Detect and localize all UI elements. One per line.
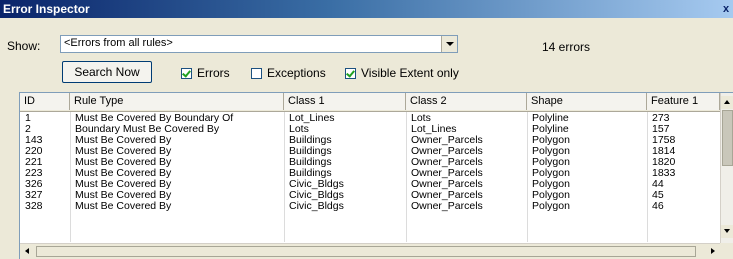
table-row[interactable]: 221 Must Be Covered By Buildings Owner_P… [20,157,720,168]
cell-class-2: Owner_Parcels [411,201,483,212]
chevron-down-icon[interactable] [441,36,457,52]
table-row[interactable]: 223 Must Be Covered By Buildings Owner_P… [20,168,720,179]
scroll-down-icon[interactable] [721,225,733,238]
horizontal-scroll-thumb[interactable] [36,246,696,257]
table-row[interactable]: 143 Must Be Covered By Buildings Owner_P… [20,135,720,146]
cell-shape: Polygon [532,179,570,190]
cell-id: 220 [25,146,43,157]
scroll-right-icon[interactable] [706,246,718,257]
cell-class-1: Buildings [289,135,332,146]
horizontal-scrollbar[interactable] [20,243,720,259]
cell-feature-1: 1814 [652,146,676,157]
errors-table[interactable]: ID Rule Type Class 1 Class 2 Shape Featu… [19,92,733,259]
cell-rule-type: Must Be Covered By [75,168,172,179]
cell-shape: Polygon [532,146,570,157]
cell-id: 326 [25,179,43,190]
cell-id: 328 [25,201,43,212]
cell-class-2: Owner_Parcels [411,146,483,157]
cell-rule-type: Must Be Covered By Boundary Of [75,113,234,124]
cell-class-1: Civic_Bldgs [289,179,344,190]
cell-feature-1: 1833 [652,168,676,179]
exceptions-checkbox[interactable]: Exceptions [251,66,326,80]
cell-class-2: Lots [411,113,431,124]
show-dropdown[interactable]: <Errors from all rules> [60,35,458,53]
resize-grip-icon[interactable] [720,243,733,259]
cell-class-2: Owner_Parcels [411,179,483,190]
cell-class-1: Buildings [289,168,332,179]
errors-checkbox[interactable]: Errors [181,66,230,80]
cell-class-2: Owner_Parcels [411,168,483,179]
cell-class-2: Owner_Parcels [411,135,483,146]
errors-checkbox-label: Errors [197,66,230,80]
error-count: 14 errors [542,40,591,54]
exceptions-checkbox-label: Exceptions [267,66,326,80]
visible-extent-checkbox[interactable]: Visible Extent only [345,66,459,80]
table-row[interactable]: 1 Must Be Covered By Boundary Of Lot_Lin… [20,113,720,124]
column-header-shape[interactable]: Shape [527,93,647,110]
cell-feature-1: 44 [652,179,664,190]
cell-class-1: Lots [289,124,309,135]
cell-class-2: Lot_Lines [411,124,457,135]
cell-class-1: Buildings [289,146,332,157]
cell-class-1: Lot_Lines [289,113,335,124]
show-label: Show: [7,39,41,53]
column-header-class-2[interactable]: Class 2 [406,93,527,110]
table-row[interactable]: 326 Must Be Covered By Civic_Bldgs Owner… [20,179,720,190]
cell-feature-1: 273 [652,113,670,124]
cell-rule-type: Must Be Covered By [75,157,172,168]
show-dropdown-value: <Errors from all rules> [64,37,173,49]
cell-feature-1: 1758 [652,135,676,146]
window-title: Error Inspector [3,2,90,16]
scroll-up-icon[interactable] [721,96,733,109]
cell-shape: Polyline [532,124,569,135]
column-header-id[interactable]: ID [20,93,70,110]
column-header-class-1[interactable]: Class 1 [284,93,406,110]
table-row[interactable]: 328 Must Be Covered By Civic_Bldgs Owner… [20,201,720,212]
cell-shape: Polygon [532,190,570,201]
cell-rule-type: Must Be Covered By [75,146,172,157]
vertical-scrollbar[interactable] [720,93,733,243]
cell-id: 223 [25,168,43,179]
table-row[interactable]: 220 Must Be Covered By Buildings Owner_P… [20,146,720,157]
cell-shape: Polygon [532,201,570,212]
scroll-left-icon[interactable] [22,246,34,257]
column-header-feature-1[interactable]: Feature 1 [647,93,720,110]
title-bar: Error Inspector x [0,0,733,18]
cell-id: 327 [25,190,43,201]
cell-shape: Polyline [532,113,569,124]
visible-extent-checkbox-label: Visible Extent only [361,66,459,80]
table-header: ID Rule Type Class 1 Class 2 Shape Featu… [20,93,720,112]
checkbox-unchecked-icon[interactable] [251,68,262,79]
cell-shape: Polygon [532,135,570,146]
cell-feature-1: 1820 [652,157,676,168]
cell-id: 143 [25,135,43,146]
cell-id: 1 [25,113,31,124]
column-header-rule-type[interactable]: Rule Type [70,93,284,110]
cell-class-1: Civic_Bldgs [289,201,344,212]
cell-rule-type: Must Be Covered By [75,179,172,190]
vertical-scroll-thumb[interactable] [722,110,733,166]
table-row[interactable]: 327 Must Be Covered By Civic_Bldgs Owner… [20,190,720,201]
cell-feature-1: 45 [652,190,664,201]
cell-shape: Polygon [532,157,570,168]
cell-feature-1: 46 [652,201,664,212]
search-now-button[interactable]: Search Now [62,61,152,83]
cell-feature-1: 157 [652,124,670,135]
cell-class-1: Civic_Bldgs [289,190,344,201]
cell-class-2: Owner_Parcels [411,190,483,201]
cell-rule-type: Boundary Must Be Covered By [75,124,220,135]
cell-class-1: Buildings [289,157,332,168]
table-row[interactable]: 2 Boundary Must Be Covered By Lots Lot_L… [20,124,720,135]
checkbox-checked-icon[interactable] [181,68,192,79]
cell-rule-type: Must Be Covered By [75,135,172,146]
cell-rule-type: Must Be Covered By [75,190,172,201]
cell-id: 2 [25,124,31,135]
cell-id: 221 [25,157,43,168]
checkbox-checked-icon[interactable] [345,68,356,79]
cell-rule-type: Must Be Covered By [75,201,172,212]
cell-class-2: Owner_Parcels [411,157,483,168]
cell-shape: Polygon [532,168,570,179]
close-icon[interactable]: x [723,1,733,17]
